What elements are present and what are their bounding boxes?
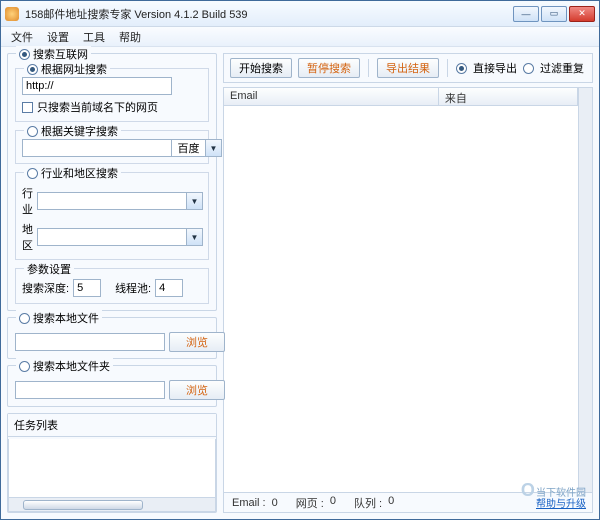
- table-header: Email 来自: [224, 88, 578, 106]
- by-industry-radio[interactable]: [27, 168, 38, 179]
- table-body[interactable]: [224, 106, 578, 492]
- separator: [368, 59, 369, 77]
- brand-logo-icon: O: [521, 480, 533, 500]
- menu-tools[interactable]: 工具: [83, 29, 105, 45]
- depth-label: 搜索深度:: [22, 280, 69, 296]
- only-domain-label: 只搜索当前域名下的网页: [37, 99, 158, 115]
- scrollbar-thumb[interactable]: [23, 500, 143, 510]
- status-queue-value: 0: [388, 495, 394, 511]
- thread-label: 线程池:: [115, 280, 151, 296]
- by-industry-label: 行业和地区搜索: [41, 165, 118, 181]
- local-file-input[interactable]: [15, 333, 165, 351]
- pause-search-button[interactable]: 暂停搜索: [298, 58, 360, 78]
- by-keyword-label: 根据关键字搜索: [41, 123, 118, 139]
- tasks-label: 任务列表: [8, 414, 216, 437]
- industry-label: 行业: [22, 185, 33, 217]
- menu-file[interactable]: 文件: [11, 29, 33, 45]
- maximize-button[interactable]: ▭: [541, 6, 567, 22]
- brand-name: 当下软件园: [536, 488, 586, 499]
- status-page-label: 网页 :: [296, 495, 324, 511]
- chevron-down-icon[interactable]: ▼: [187, 192, 203, 210]
- local-file-group: 搜索本地文件 浏览: [7, 317, 217, 359]
- local-file-label: 搜索本地文件: [33, 310, 99, 326]
- browse-file-button[interactable]: 浏览: [169, 332, 225, 352]
- minimize-button[interactable]: —: [513, 6, 539, 22]
- separator: [447, 59, 448, 77]
- menu-help[interactable]: 帮助: [119, 29, 141, 45]
- col-email[interactable]: Email: [224, 88, 439, 105]
- by-keyword-group: 根据关键字搜索 百度 ▼: [15, 130, 209, 164]
- results-table: Email 来自: [223, 87, 593, 493]
- keyword-input[interactable]: [22, 139, 172, 157]
- depth-input[interactable]: [73, 279, 101, 297]
- params-label: 参数设置: [24, 261, 74, 277]
- direct-export-radio[interactable]: [456, 63, 467, 74]
- thread-input[interactable]: [155, 279, 183, 297]
- engine-select-arrow[interactable]: ▼: [206, 139, 222, 157]
- search-internet-group: 搜索互联网 根据网址搜索 只搜索当前域名下的网页: [7, 53, 217, 311]
- industry-select[interactable]: [37, 192, 187, 210]
- by-keyword-radio[interactable]: [27, 126, 38, 137]
- status-bar: Email :0 网页 :0 队列 :0 O 当下软件园 帮助与升级: [223, 493, 593, 513]
- engine-select-value[interactable]: 百度: [172, 139, 206, 157]
- local-folder-group: 搜索本地文件夹 浏览: [7, 365, 217, 407]
- local-folder-input[interactable]: [15, 381, 165, 399]
- start-search-button[interactable]: 开始搜索: [230, 58, 292, 78]
- app-icon: [5, 7, 19, 21]
- status-page-value: 0: [330, 495, 336, 511]
- brand-block: O 当下软件园 帮助与升级: [521, 485, 586, 510]
- status-email-label: Email :: [232, 497, 266, 509]
- region-label: 地区: [22, 221, 33, 253]
- menubar: 文件 设置 工具 帮助: [1, 27, 599, 47]
- url-input[interactable]: [22, 77, 172, 95]
- menu-settings[interactable]: 设置: [47, 29, 69, 45]
- help-upgrade-link[interactable]: 帮助与升级: [536, 499, 586, 510]
- by-url-label: 根据网址搜索: [41, 61, 107, 77]
- search-internet-radio[interactable]: [19, 49, 30, 60]
- tasks-group: 任务列表: [7, 413, 217, 513]
- region-select[interactable]: [37, 228, 187, 246]
- local-folder-radio[interactable]: [19, 361, 30, 372]
- tasks-scrollbar[interactable]: [9, 497, 215, 511]
- status-queue-label: 队列 :: [354, 495, 382, 511]
- by-url-radio[interactable]: [27, 64, 38, 75]
- chevron-down-icon[interactable]: ▼: [187, 228, 203, 246]
- params-group: 参数设置 搜索深度: 线程池:: [15, 268, 209, 304]
- status-email-value: 0: [272, 497, 278, 509]
- close-button[interactable]: ✕: [569, 6, 595, 22]
- filter-dup-radio[interactable]: [523, 63, 534, 74]
- toolbar: 开始搜索 暂停搜索 导出结果 直接导出 过滤重复: [223, 53, 593, 83]
- app-window: 158邮件地址搜索专家 Version 4.1.2 Build 539 — ▭ …: [0, 0, 600, 520]
- titlebar[interactable]: 158邮件地址搜索专家 Version 4.1.2 Build 539 — ▭ …: [1, 1, 599, 27]
- search-internet-label: 搜索互联网: [33, 46, 88, 62]
- filter-dup-label: 过滤重复: [540, 60, 584, 76]
- by-industry-group: 行业和地区搜索 行业 ▼ 地区 ▼: [15, 172, 209, 260]
- export-results-button[interactable]: 导出结果: [377, 58, 439, 78]
- col-from[interactable]: 来自: [439, 88, 578, 105]
- local-file-radio[interactable]: [19, 313, 30, 324]
- results-scrollbar[interactable]: [578, 88, 592, 492]
- by-url-group: 根据网址搜索 只搜索当前域名下的网页: [15, 68, 209, 122]
- browse-folder-button[interactable]: 浏览: [169, 380, 225, 400]
- local-folder-label: 搜索本地文件夹: [33, 358, 110, 374]
- window-title: 158邮件地址搜索专家 Version 4.1.2 Build 539: [25, 6, 513, 22]
- only-domain-checkbox[interactable]: [22, 102, 33, 113]
- tasks-list[interactable]: [8, 439, 216, 512]
- direct-export-label: 直接导出: [473, 60, 517, 76]
